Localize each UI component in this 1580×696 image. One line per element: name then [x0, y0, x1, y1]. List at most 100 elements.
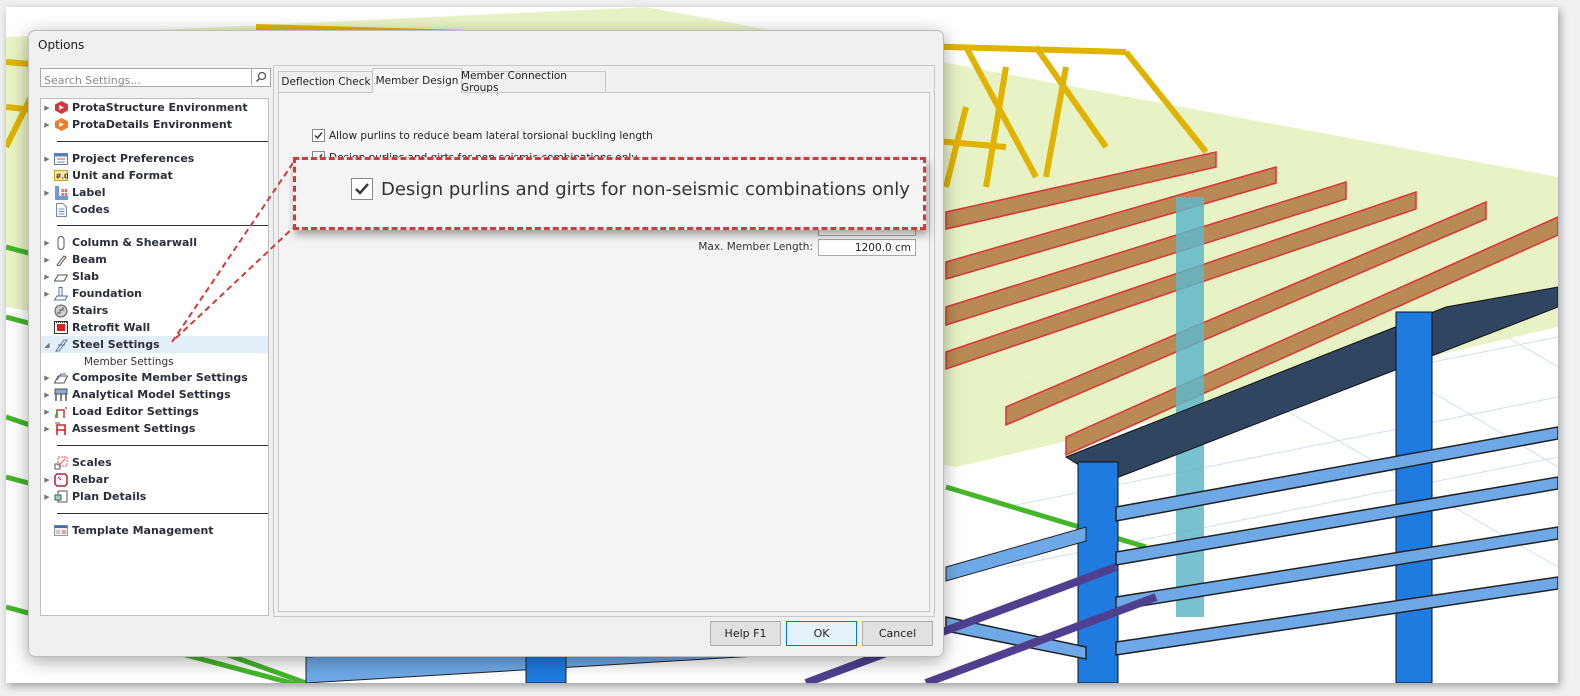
tree-item-assesment-settings[interactable]: ▶ Assesment Settings: [41, 420, 268, 437]
expand-arrow-icon[interactable]: ▶: [41, 290, 53, 298]
protadetails-icon: [53, 117, 69, 132]
tree-item-member-settings[interactable]: Member Settings: [84, 353, 268, 370]
help-button[interactable]: Help F1: [710, 621, 781, 646]
tab-member-design[interactable]: Member Design: [372, 68, 462, 93]
tree-item-label: Retrofit Wall: [72, 321, 151, 334]
checkmark-icon: [314, 132, 323, 140]
tree-item-label: Rebar: [72, 473, 109, 486]
tree-item-codes[interactable]: Codes: [41, 201, 268, 218]
tree-separator: [57, 445, 268, 446]
tree-item-label: Composite Member Settings: [72, 371, 248, 384]
search-icon: [255, 71, 266, 82]
tree-item-label: ProtaStructure Environment: [72, 101, 248, 114]
tree-separator: [57, 225, 268, 226]
tree-item-label: Template Management: [72, 524, 214, 537]
options-dialog: Options ▶ ProtaStructure Environment ▶ P…: [28, 30, 944, 657]
tree-item-label: Scales: [72, 456, 112, 469]
callout-checkbox-box: [351, 178, 373, 200]
tree-item-protastructure-environment[interactable]: ▶ ProtaStructure Environment: [41, 99, 268, 116]
checkbox-box[interactable]: [312, 129, 325, 142]
steel-settings-icon: [53, 337, 69, 352]
expand-arrow-icon[interactable]: ▶: [41, 493, 53, 501]
tree-item-foundation[interactable]: ▶ Foundation: [41, 285, 268, 302]
tree-item-column-shearwall[interactable]: ▶ Column & Shearwall: [41, 234, 268, 251]
allow-purlins-label: Allow purlins to reduce beam lateral tor…: [329, 129, 653, 142]
tab-member-connection-groups[interactable]: Member Connection Groups: [460, 70, 606, 94]
tab-deflection-check[interactable]: Deflection Check: [278, 71, 374, 92]
settings-tree[interactable]: ▶ ProtaStructure Environment ▶ ProtaDeta…: [40, 98, 269, 616]
tree-item-label: Member Settings: [84, 355, 174, 368]
max-member-length-label: Max. Member Length:: [698, 241, 813, 253]
tree-item-protadetails-environment[interactable]: ▶ ProtaDetails Environment: [41, 116, 268, 133]
tree-item-label: Beam: [72, 253, 107, 266]
tree-item-label: Unit and Format: [72, 169, 173, 182]
tree-item-unit-and-format[interactable]: #.0 Unit and Format: [41, 167, 268, 184]
tree-item-label: Column & Shearwall: [72, 236, 197, 249]
label-icon: xx xx: [53, 185, 69, 200]
beam-icon: [53, 252, 69, 267]
expand-arrow-icon[interactable]: ▶: [41, 155, 53, 163]
expand-arrow-icon[interactable]: ▶: [41, 273, 53, 281]
expand-arrow-icon[interactable]: ▶: [41, 239, 53, 247]
tree-item-rebar[interactable]: ▶ Rebar: [41, 471, 268, 488]
expand-arrow-icon[interactable]: ▶: [41, 189, 53, 197]
retrofit-wall-icon: [53, 320, 69, 335]
plan-details-icon: [53, 489, 69, 504]
analytical-model-icon: [53, 387, 69, 402]
tree-item-label: Foundation: [72, 287, 143, 300]
cancel-button[interactable]: Cancel: [862, 621, 933, 646]
project-preferences-icon: [53, 151, 69, 166]
template-management-icon: [53, 523, 69, 538]
collapse-arrow-icon[interactable]: ◢: [41, 341, 53, 349]
tree-item-label: Codes: [72, 203, 110, 216]
tree-item-label: Assesment Settings: [72, 422, 196, 435]
tree-item-scales[interactable]: Scales: [41, 454, 268, 471]
tree-item-beam[interactable]: ▶ Beam: [41, 251, 268, 268]
expand-arrow-icon[interactable]: ▶: [41, 476, 53, 484]
foundation-icon: [53, 286, 69, 301]
search-settings-input[interactable]: [41, 72, 252, 89]
tree-item-label: Analytical Model Settings: [72, 388, 231, 401]
expand-arrow-icon[interactable]: ▶: [41, 104, 53, 112]
assessment-icon: [53, 421, 69, 436]
tree-item-plan-details[interactable]: ▶ Plan Details: [41, 488, 268, 505]
tree-item-project-preferences[interactable]: ▶ Project Preferences: [41, 150, 268, 167]
unit-format-icon: #.0: [53, 168, 69, 183]
tree-item-stairs[interactable]: Stairs: [41, 302, 268, 319]
tree-item-composite-member-settings[interactable]: ▶ Composite Member Settings: [41, 369, 268, 386]
tree-item-label-settings[interactable]: ▶ xx xx Label: [41, 184, 268, 201]
tree-item-steel-settings[interactable]: ◢ Steel Settings: [41, 336, 268, 353]
tree-item-template-management[interactable]: Template Management: [41, 522, 268, 539]
expand-arrow-icon[interactable]: ▶: [41, 121, 53, 129]
callout-checkbox: Design purlins and girts for non-seismic…: [351, 178, 910, 200]
tree-item-slab[interactable]: ▶ Slab: [41, 268, 268, 285]
rebar-icon: [53, 472, 69, 487]
tab-panel: Deflection Check Member Design Member Co…: [273, 65, 935, 617]
tree-item-label: Slab: [72, 270, 99, 283]
tree-item-load-editor-settings[interactable]: ▶ Load Editor Settings: [41, 403, 268, 420]
protastructure-icon: [53, 100, 69, 115]
tree-item-label: Steel Settings: [72, 338, 160, 351]
allow-purlins-checkbox[interactable]: Allow purlins to reduce beam lateral tor…: [312, 129, 653, 142]
tree-item-retrofit-wall[interactable]: Retrofit Wall: [41, 319, 268, 336]
composite-member-icon: [53, 370, 69, 385]
expand-arrow-icon[interactable]: ▶: [41, 408, 53, 416]
expand-arrow-icon[interactable]: ▶: [41, 425, 53, 433]
expand-arrow-icon[interactable]: ▶: [41, 256, 53, 264]
expand-arrow-icon[interactable]: ▶: [41, 391, 53, 399]
tree-item-label: Load Editor Settings: [72, 405, 199, 418]
checkmark-icon: [355, 183, 369, 195]
column-icon: [53, 235, 69, 250]
max-member-length-input[interactable]: 1200.0 cm: [818, 239, 916, 256]
ok-button[interactable]: OK: [786, 621, 857, 646]
tree-item-label: Stairs: [72, 304, 109, 317]
tree-separator: [57, 513, 268, 514]
search-button[interactable]: [251, 68, 269, 85]
callout-label: Design purlins and girts for non-seismic…: [381, 178, 910, 200]
tree-item-label: ProtaDetails Environment: [72, 118, 233, 131]
zoom-callout: Design purlins and girts for non-seismic…: [293, 157, 926, 230]
expand-arrow-icon[interactable]: ▶: [41, 374, 53, 382]
tree-item-analytical-model-settings[interactable]: ▶ Analytical Model Settings: [41, 386, 268, 403]
tree-item-label: Plan Details: [72, 490, 147, 503]
load-editor-icon: [53, 404, 69, 419]
